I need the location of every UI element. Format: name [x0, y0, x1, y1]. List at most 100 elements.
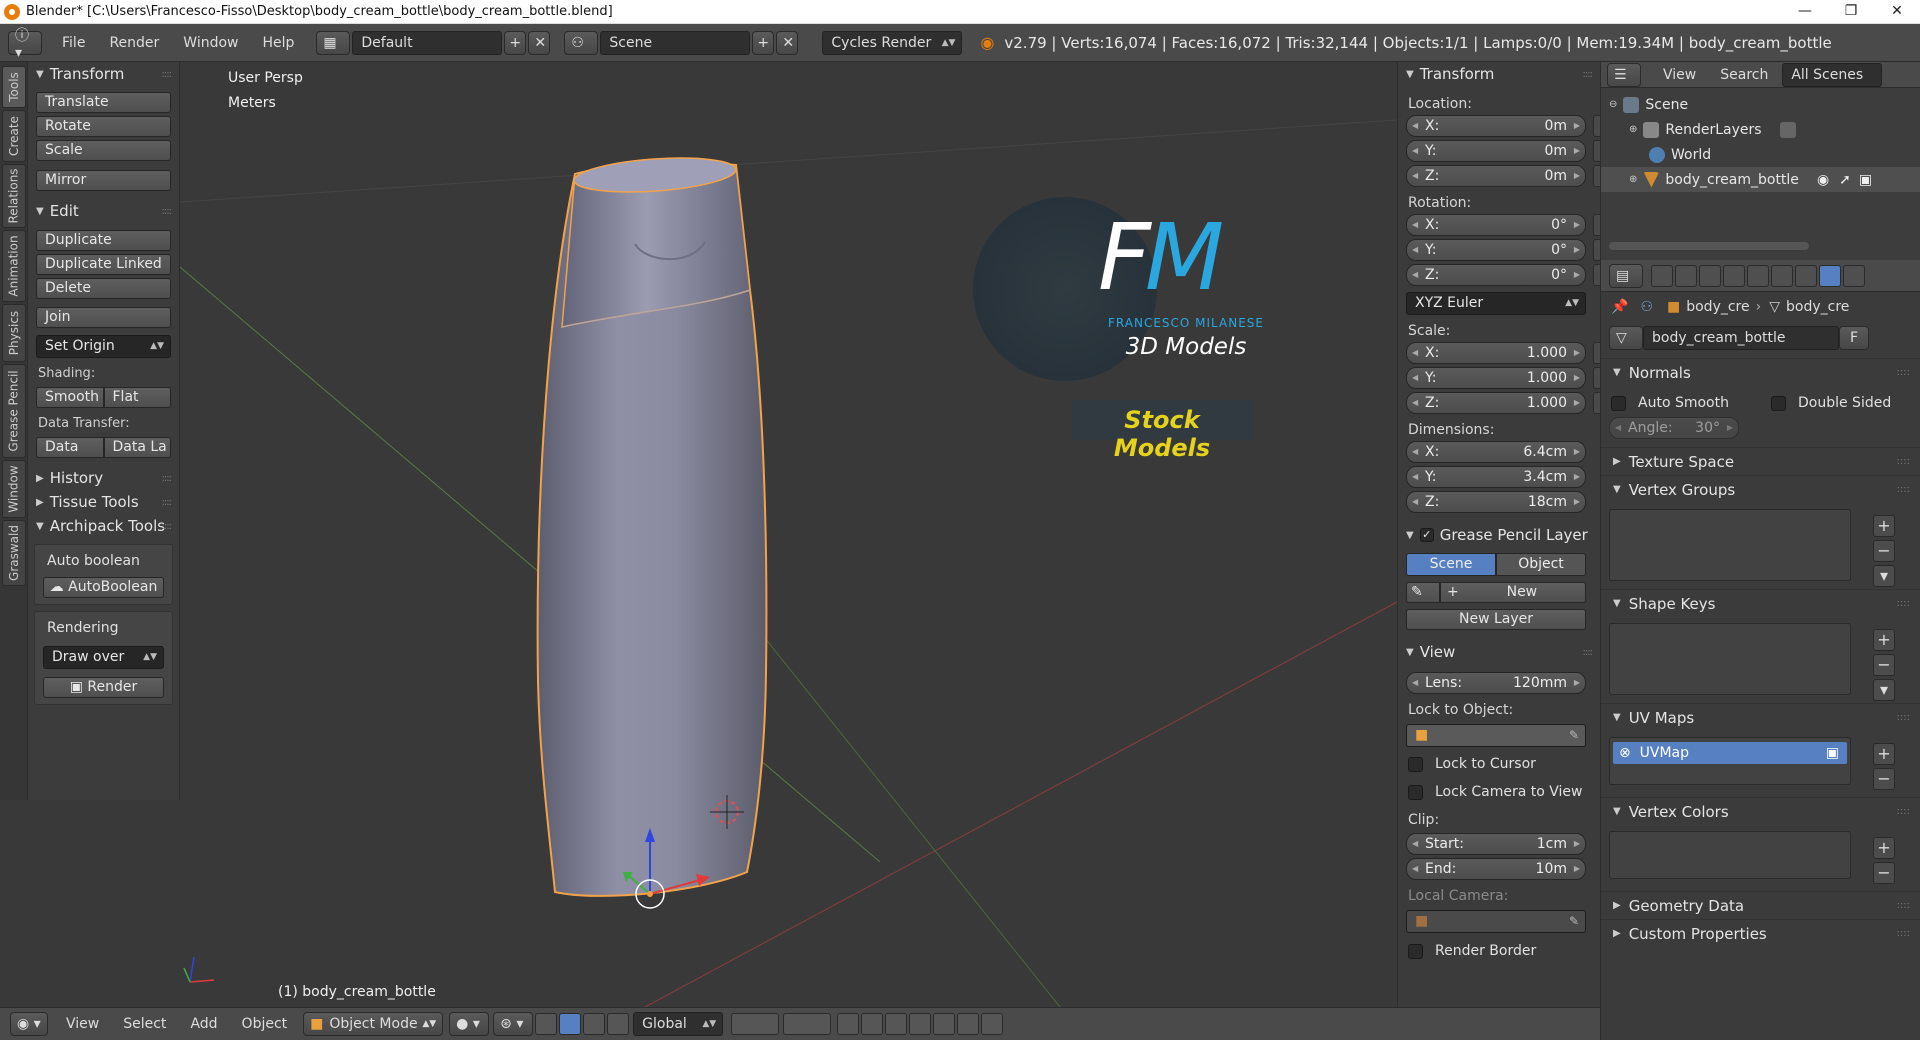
remove-vertex-color-button[interactable]: −	[1873, 862, 1895, 884]
rotate-manipulator-icon[interactable]	[583, 1013, 606, 1035]
view-menu[interactable]: View	[54, 1005, 111, 1040]
rotation-mode-dropdown[interactable]: XYZ Euler ▲▼	[1406, 292, 1586, 315]
render-button[interactable]: ▣ Render	[43, 677, 164, 698]
tab-create[interactable]: Create	[2, 110, 26, 162]
lock-icon[interactable]	[1593, 342, 1600, 364]
remove-vertex-group-button[interactable]: −	[1873, 540, 1895, 562]
location-z-field[interactable]: ◀ Z: 0m ▶	[1406, 165, 1600, 187]
tab-physics[interactable]: Physics	[2, 304, 26, 362]
n-transform-header[interactable]: ▼ Transform::::	[1398, 62, 1600, 86]
new-grease-button[interactable]: + New	[1440, 582, 1586, 603]
editor-type-3dview-icon[interactable]: ◉ ▾	[10, 1012, 48, 1036]
snap-element-icon[interactable]	[909, 1013, 932, 1035]
dimension-y-field[interactable]: ◀ Y: 3.4cm ▶	[1406, 466, 1586, 488]
custom-properties-panel-header[interactable]: ▶ Custom Properties::::	[1601, 919, 1920, 947]
snap-toggle-icon[interactable]	[885, 1013, 908, 1035]
snap-target-icon[interactable]	[933, 1013, 956, 1035]
vertex-colors-list[interactable]	[1609, 831, 1851, 879]
menu-render[interactable]: Render	[97, 24, 171, 62]
rotation-z-field[interactable]: ◀ Z: 0° ▶	[1406, 264, 1600, 286]
lock-layers-icon[interactable]	[837, 1013, 860, 1035]
data-transfer-button[interactable]: Data	[36, 437, 104, 458]
outliner-search-menu[interactable]: Search	[1720, 67, 1768, 83]
remove-shape-key-button[interactable]: −	[1873, 654, 1895, 676]
render-layers-tab-icon[interactable]	[1675, 264, 1697, 287]
pivot-point-icon[interactable]: ⊛ ▾	[493, 1012, 534, 1036]
render-camera-icon[interactable]: ▣	[1859, 172, 1872, 188]
uv-map-item[interactable]: ⊗ UVMap ▣	[1613, 742, 1847, 764]
lock-icon[interactable]	[1593, 367, 1600, 389]
visibility-eye-icon[interactable]: ◉	[1817, 172, 1829, 188]
duplicate-linked-button[interactable]: Duplicate Linked	[36, 254, 171, 275]
lock-icon[interactable]	[1593, 264, 1600, 286]
add-scene-icon[interactable]: +	[752, 30, 775, 55]
mode-dropdown[interactable]: ■ Object Mode ▲▼	[303, 1012, 444, 1036]
geometry-data-panel-header[interactable]: ▶ Geometry Data::::	[1601, 891, 1920, 919]
grease-pencil-checkbox[interactable]: ✓	[1419, 528, 1434, 542]
set-origin-dropdown[interactable]: Set Origin ▲▼	[36, 335, 171, 358]
selectable-cursor-icon[interactable]: ➚	[1839, 172, 1851, 188]
mesh-data-tab-icon[interactable]	[1819, 264, 1841, 287]
shape-key-menu-button[interactable]: ▾	[1873, 679, 1895, 701]
layers-grid-2-icon[interactable]	[783, 1013, 832, 1035]
dimension-x-field[interactable]: ◀ X: 6.4cm ▶	[1406, 441, 1586, 463]
render-border-checkbox[interactable]: Render Border	[1408, 943, 1600, 959]
lock-camera-checkbox[interactable]: Lock Camera to View	[1408, 784, 1600, 800]
dimension-z-field[interactable]: ◀ Z: 18cm ▶	[1406, 491, 1586, 513]
local-camera-field[interactable]: ■ ✎	[1406, 910, 1586, 933]
rotation-x-field[interactable]: ◀ X: 0° ▶	[1406, 214, 1600, 236]
pencil-icon[interactable]: ✎	[1406, 582, 1440, 603]
clip-end-field[interactable]: ◀ End: 10m ▶	[1406, 858, 1586, 880]
history-panel-header[interactable]: ▶ History::::	[28, 466, 179, 490]
data-layout-button[interactable]: Data La	[103, 437, 171, 458]
active-render-icon[interactable]: ▣	[1826, 745, 1839, 761]
join-button[interactable]: Join	[36, 307, 171, 328]
outliner-row-body-cream-bottle[interactable]: ⊕ body_cream_bottle ◉ ➚ ▣	[1601, 167, 1920, 192]
scale-button[interactable]: Scale	[36, 140, 171, 161]
outliner-display-mode-dropdown[interactable]: All Scenes	[1782, 62, 1883, 87]
add-vertex-color-button[interactable]: +	[1873, 837, 1895, 859]
double-sided-checkbox[interactable]: Double Sided	[1771, 395, 1891, 411]
remove-uv-map-button[interactable]: −	[1873, 768, 1895, 790]
select-menu[interactable]: Select	[111, 1005, 178, 1040]
material-tab-icon[interactable]	[1843, 264, 1865, 287]
normals-panel-header[interactable]: ▼ Normals::::	[1601, 358, 1920, 386]
world-tab-icon[interactable]	[1723, 264, 1745, 287]
grease-pencil-layer-header[interactable]: ▼ ✓ Grease Pencil Layer	[1398, 523, 1600, 547]
remove-scene-icon[interactable]: ✕	[776, 30, 799, 55]
location-y-field[interactable]: ◀ Y: 0m ▶	[1406, 140, 1600, 162]
add-menu[interactable]: Add	[178, 1005, 229, 1040]
lock-icon[interactable]	[1593, 140, 1600, 162]
close-button[interactable]: ✕	[1874, 0, 1920, 24]
maximize-button[interactable]: ❐	[1828, 0, 1874, 24]
mesh-name-field[interactable]: body_cream_bottle	[1643, 326, 1839, 350]
remove-layout-icon[interactable]: ✕	[528, 30, 551, 55]
render-still-icon[interactable]	[957, 1013, 980, 1035]
manipulator-toggle-icon[interactable]	[535, 1013, 558, 1035]
eyedropper-icon[interactable]: ✎	[1569, 911, 1579, 932]
rotate-button[interactable]: Rotate	[36, 116, 171, 137]
menu-file[interactable]: File	[50, 24, 97, 62]
object-menu[interactable]: Object	[230, 1005, 300, 1040]
shape-keys-list[interactable]	[1609, 623, 1851, 695]
menu-help[interactable]: Help	[250, 24, 306, 62]
lock-icon[interactable]	[1593, 214, 1600, 236]
flat-shading-button[interactable]: Flat	[103, 387, 171, 408]
scene-tab-icon[interactable]	[1699, 264, 1721, 287]
minimize-button[interactable]: —	[1782, 0, 1828, 24]
scale-y-field[interactable]: ◀ Y: 1.000 ▶	[1406, 367, 1600, 389]
outliner-view-menu[interactable]: View	[1663, 67, 1696, 83]
3d-viewport[interactable]: User Persp Meters (1) body_cream_bottle …	[180, 62, 1397, 1007]
smooth-shading-button[interactable]: Smooth	[36, 387, 104, 408]
draw-over-dropdown[interactable]: Draw over ▲▼	[43, 646, 164, 669]
render-engine-dropdown[interactable]: Cycles Render ▲▼	[822, 30, 963, 55]
grease-scene-toggle[interactable]: Scene	[1406, 553, 1496, 576]
tab-relations[interactable]: Relations	[2, 164, 26, 228]
clip-start-field[interactable]: ◀ Start: 1cm ▶	[1406, 833, 1586, 855]
add-shape-key-button[interactable]: +	[1873, 629, 1895, 651]
scale-z-field[interactable]: ◀ Z: 1.000 ▶	[1406, 392, 1600, 414]
new-layer-button[interactable]: New Layer	[1406, 609, 1586, 630]
outliner-scrollbar[interactable]	[1609, 242, 1809, 250]
proportional-edit-icon[interactable]	[861, 1013, 884, 1035]
vertex-colors-panel-header[interactable]: ▼ Vertex Colors::::	[1601, 797, 1920, 825]
